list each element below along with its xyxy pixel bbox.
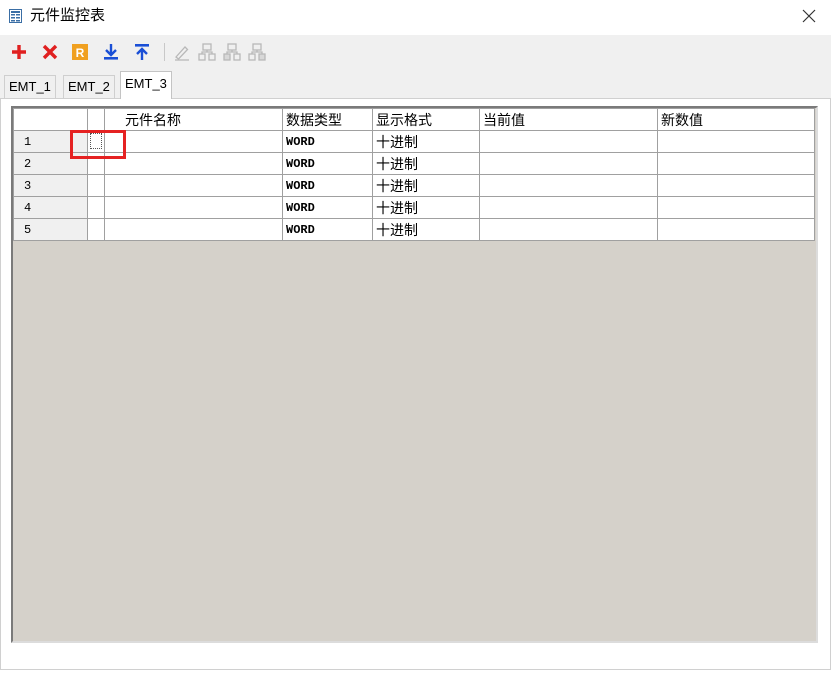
type-cell[interactable]: WORD [282, 174, 373, 197]
row-number[interactable]: 3 [13, 174, 88, 197]
select-cell[interactable] [87, 218, 105, 241]
table-row: 1 WORD 十进制 [13, 130, 815, 153]
table-header-row: 元件名称 数据类型 显示格式 当前值 新数值 [13, 108, 815, 131]
table-row: 3 WORD 十进制 [13, 174, 815, 197]
title-bar: 元件监控表 [0, 0, 831, 34]
column-header-format[interactable]: 显示格式 [372, 108, 480, 131]
close-icon[interactable] [797, 4, 821, 28]
new-value-cell[interactable] [657, 218, 815, 241]
tab-emt-2[interactable]: EMT_2 [63, 75, 115, 98]
current-value-cell [479, 174, 658, 197]
type-cell[interactable]: WORD [282, 130, 373, 153]
type-cell[interactable]: WORD [282, 152, 373, 175]
tab-emt-1[interactable]: EMT_1 [4, 75, 56, 98]
name-cell[interactable] [104, 196, 283, 219]
column-header-current[interactable]: 当前值 [479, 108, 658, 131]
current-value-cell [479, 196, 658, 219]
network-right-icon[interactable] [247, 42, 267, 62]
type-cell[interactable]: WORD [282, 196, 373, 219]
tab-emt-3[interactable]: EMT_3 [120, 71, 172, 99]
svg-text:R: R [76, 46, 85, 60]
current-value-cell [479, 218, 658, 241]
column-header-new[interactable]: 新数值 [657, 108, 815, 131]
tab-panel: 元件名称 数据类型 显示格式 当前值 新数值 1 WORD 十进制 2 WORD… [0, 98, 831, 670]
column-header-name[interactable]: 元件名称 [104, 108, 283, 131]
monitor-grid: 元件名称 数据类型 显示格式 当前值 新数值 1 WORD 十进制 2 WORD… [11, 106, 818, 643]
table-row: 4 WORD 十进制 [13, 196, 815, 219]
new-value-cell[interactable] [657, 130, 815, 153]
add-icon[interactable] [9, 42, 29, 62]
register-icon[interactable]: R [70, 42, 90, 62]
current-value-cell [479, 130, 658, 153]
format-cell[interactable]: 十进制 [372, 218, 480, 241]
network-icon[interactable] [197, 42, 217, 62]
name-cell[interactable] [104, 174, 283, 197]
tab-bar: EMT_1 EMT_2 EMT_3 [0, 69, 831, 99]
delete-icon[interactable] [40, 42, 60, 62]
format-cell[interactable]: 十进制 [372, 196, 480, 219]
table-window-icon [9, 9, 22, 23]
corner-header [13, 108, 88, 131]
table-row: 2 WORD 十进制 [13, 152, 815, 175]
format-cell[interactable]: 十进制 [372, 174, 480, 197]
row-number[interactable]: 5 [13, 218, 88, 241]
new-value-cell[interactable] [657, 174, 815, 197]
monitor-table: 元件名称 数据类型 显示格式 当前值 新数值 1 WORD 十进制 2 WORD… [13, 108, 815, 241]
new-value-cell[interactable] [657, 152, 815, 175]
highlight-box [70, 130, 126, 159]
window-title: 元件监控表 [30, 7, 106, 24]
row-number[interactable]: 4 [13, 196, 88, 219]
name-cell[interactable] [104, 130, 283, 153]
table-row: 5 WORD 十进制 [13, 218, 815, 241]
column-header-type[interactable]: 数据类型 [282, 108, 373, 131]
name-cell[interactable] [104, 152, 283, 175]
select-cell[interactable] [87, 196, 105, 219]
column-header-select [87, 108, 105, 131]
toolbar-separator [164, 43, 165, 61]
current-value-cell [479, 152, 658, 175]
type-cell[interactable]: WORD [282, 218, 373, 241]
format-cell[interactable]: 十进制 [372, 152, 480, 175]
new-value-cell[interactable] [657, 196, 815, 219]
network-left-icon[interactable] [222, 42, 242, 62]
download-icon[interactable] [101, 42, 121, 62]
name-cell[interactable] [104, 218, 283, 241]
upload-icon[interactable] [132, 42, 152, 62]
edit-icon[interactable] [172, 42, 192, 62]
format-cell[interactable]: 十进制 [372, 130, 480, 153]
toolbar: R [0, 35, 831, 69]
select-cell[interactable] [87, 174, 105, 197]
